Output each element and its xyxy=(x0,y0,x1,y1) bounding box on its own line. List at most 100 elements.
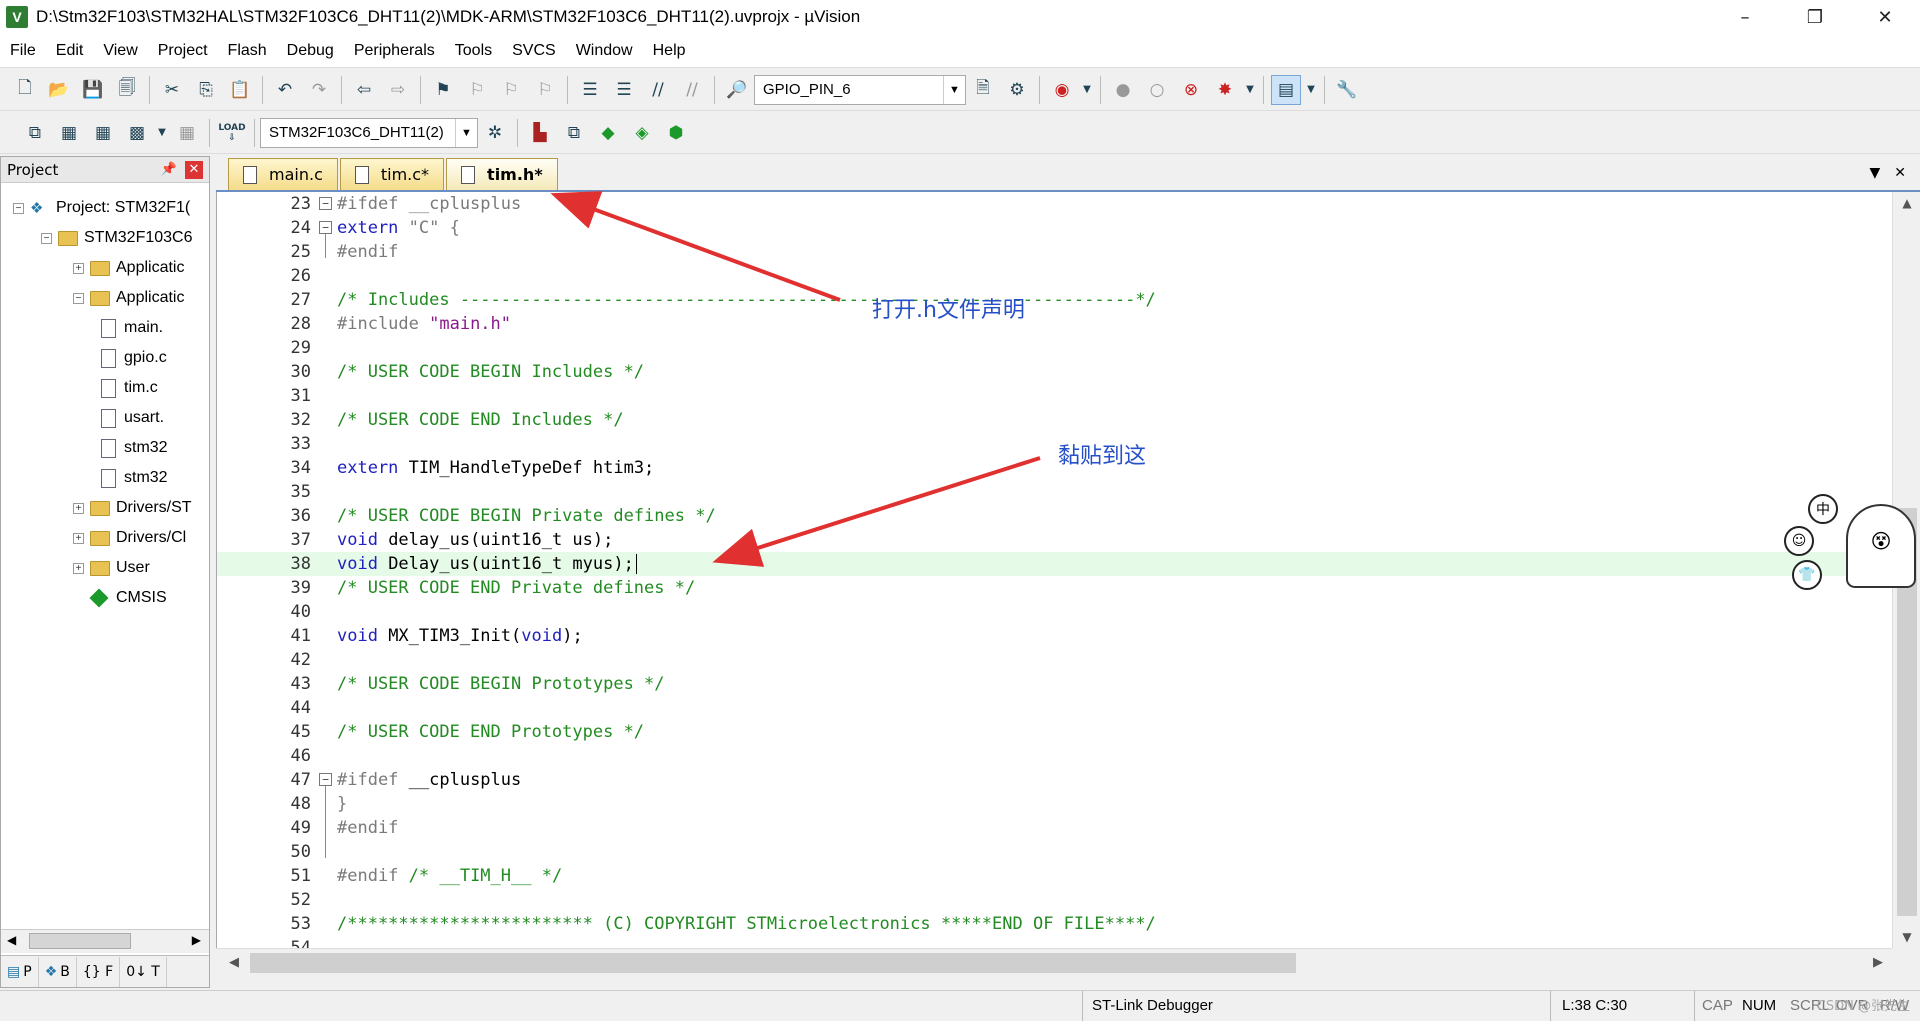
tab-templates[interactable]: 0↓ T xyxy=(120,956,167,987)
menu-project[interactable]: Project xyxy=(148,42,218,60)
code-line[interactable]: 47− #ifdef __cplusplus xyxy=(217,768,1889,792)
find-combo[interactable]: GPIO_PIN_6 ▼ xyxy=(754,74,966,105)
minimize-button[interactable]: – xyxy=(1710,0,1780,34)
code-line[interactable]: 44 xyxy=(217,696,1889,720)
code-line[interactable]: 41 void MX_TIM3_Init(void); xyxy=(217,624,1889,648)
collapse-icon[interactable]: − xyxy=(41,232,52,244)
dropdown-arrow-icon[interactable]: ▼ xyxy=(1305,75,1317,105)
disable-breakpoint-icon[interactable]: ○ xyxy=(1142,75,1172,105)
collapse-icon[interactable]: − xyxy=(13,202,24,214)
code-line[interactable]: 31 xyxy=(217,384,1889,408)
open-folder-icon[interactable]: 📂 xyxy=(44,75,74,105)
code-line[interactable]: 26 xyxy=(217,264,1889,288)
expand-icon[interactable]: + xyxy=(73,502,84,514)
code-line[interactable]: 45 /* USER CODE END Prototypes */ xyxy=(217,720,1889,744)
collapse-icon[interactable]: − xyxy=(73,292,84,304)
scroll-left-icon[interactable]: ◀ xyxy=(220,949,248,977)
editor-horizontal-scrollbar[interactable]: ◀ ▶ xyxy=(216,948,1892,976)
cut-icon[interactable]: ✂ xyxy=(157,75,187,105)
dropdown-arrow-icon[interactable]: ▼ xyxy=(1244,75,1256,105)
tab-project[interactable]: ▤ P xyxy=(1,956,39,987)
build-icon[interactable]: ▦ xyxy=(54,118,84,148)
code-line[interactable]: 42 xyxy=(217,648,1889,672)
menu-file[interactable]: File xyxy=(0,42,46,60)
scroll-left-icon[interactable]: ◀ xyxy=(7,933,16,947)
stop-build-icon[interactable]: ▦ xyxy=(172,118,202,148)
file-extensions-icon[interactable]: ⧉ xyxy=(559,118,589,148)
menu-help[interactable]: Help xyxy=(643,42,696,60)
fold-toggle-icon[interactable]: − xyxy=(319,221,332,234)
breakpoint-icon[interactable]: ● xyxy=(1108,75,1138,105)
code-line[interactable]: 38 void Delay_us(uint16_t myus); xyxy=(217,552,1889,576)
save-all-icon[interactable]: 🗐 xyxy=(112,75,142,105)
tree-item[interactable]: + Drivers/Cl xyxy=(73,523,186,553)
mascot-icon[interactable]: 😵 xyxy=(1846,504,1916,588)
tab-books[interactable]: ❖ B xyxy=(39,956,77,987)
prev-bookmark-icon[interactable]: ⚐ xyxy=(462,75,492,105)
unindent-icon[interactable]: ☰ xyxy=(609,75,639,105)
code-line[interactable]: 37 void delay_us(uint16_t us); xyxy=(217,528,1889,552)
navigate-back-icon[interactable]: ⇦ xyxy=(349,75,379,105)
tab-main-c[interactable]: main.c xyxy=(228,158,338,190)
ime-emoji-icon[interactable]: ☺ xyxy=(1784,526,1814,556)
code-line[interactable]: 34 extern TIM_HandleTypeDef htim3; xyxy=(217,456,1889,480)
code-line[interactable]: 49 #endif xyxy=(217,816,1889,840)
tree-item[interactable]: tim.c xyxy=(101,373,158,403)
tab-list-chevron-icon[interactable]: ▼ xyxy=(1869,165,1880,181)
menu-debug[interactable]: Debug xyxy=(277,42,344,60)
uncomment-icon[interactable]: // xyxy=(677,75,707,105)
ime-floating-widget[interactable]: 中 ☺ 👕 😵 xyxy=(1784,494,1920,600)
code-editor[interactable]: 23− #ifdef __cplusplus 24− extern "C" {25 #e… xyxy=(216,192,1920,948)
tree-item[interactable]: stm32 xyxy=(101,433,168,463)
tree-item[interactable]: + Drivers/ST xyxy=(73,493,192,523)
code-line[interactable]: 24− extern "C" { xyxy=(217,216,1889,240)
code-line[interactable]: 54 xyxy=(217,936,1889,948)
close-tab-icon[interactable]: ✕ xyxy=(1894,165,1906,181)
redo-icon[interactable]: ↷ xyxy=(304,75,334,105)
comment-icon[interactable]: // xyxy=(643,75,673,105)
expand-icon[interactable]: + xyxy=(73,532,84,544)
bookmark-icon[interactable]: ⚑ xyxy=(428,75,458,105)
chevron-down-icon[interactable]: ▼ xyxy=(943,75,965,104)
code-line[interactable]: 27 /* Includes --------------------------… xyxy=(217,288,1889,312)
next-bookmark-icon[interactable]: ⚐ xyxy=(496,75,526,105)
tree-item[interactable]: gpio.c xyxy=(101,343,167,373)
expand-icon[interactable]: + xyxy=(73,262,84,274)
scroll-right-icon[interactable]: ▶ xyxy=(1864,949,1892,977)
tree-item[interactable]: − STM32F103C6 xyxy=(41,223,193,253)
code-line[interactable]: 43 /* USER CODE BEGIN Prototypes */ xyxy=(217,672,1889,696)
select-software-packs-icon[interactable]: ◈ xyxy=(627,118,657,148)
code-line[interactable]: 23− #ifdef __cplusplus xyxy=(217,192,1889,216)
find-icon[interactable]: ⚙ xyxy=(1002,75,1032,105)
menu-peripherals[interactable]: Peripherals xyxy=(344,42,445,60)
close-button[interactable]: ✕ xyxy=(1850,0,1920,34)
translate-icon[interactable]: ⧉ xyxy=(20,118,50,148)
target-options-icon[interactable]: ✲ xyxy=(480,118,510,148)
clear-bookmarks-icon[interactable]: ⚐ xyxy=(530,75,560,105)
maximize-button[interactable]: ❐ xyxy=(1780,0,1850,34)
tree-item[interactable]: CMSIS xyxy=(73,583,167,613)
code-line[interactable]: 28 #include "main.h" xyxy=(217,312,1889,336)
configure-wrench-icon[interactable]: 🔧 xyxy=(1332,75,1362,105)
ime-mode-indicator[interactable]: 中 xyxy=(1808,494,1838,524)
code-line[interactable]: 39 /* USER CODE END Private defines */ xyxy=(217,576,1889,600)
tree-item[interactable]: usart. xyxy=(101,403,164,433)
batch-build-icon[interactable]: ▩ xyxy=(122,118,152,148)
close-icon[interactable]: ✕ xyxy=(185,160,203,179)
expand-icon[interactable]: + xyxy=(73,562,84,574)
manage-run-time-icon[interactable]: ◆ xyxy=(593,118,623,148)
code-line[interactable]: 50 xyxy=(217,840,1889,864)
manage-components-icon[interactable]: ▙ xyxy=(525,118,555,148)
dropdown-arrow-icon[interactable]: ▼ xyxy=(1081,75,1093,105)
code-line[interactable]: 25 #endif xyxy=(217,240,1889,264)
menu-view[interactable]: View xyxy=(93,42,147,60)
ime-skin-icon[interactable]: 👕 xyxy=(1792,560,1822,590)
menu-edit[interactable]: Edit xyxy=(46,42,94,60)
code-line[interactable]: 29 xyxy=(217,336,1889,360)
scroll-up-icon[interactable]: ▲ xyxy=(1893,192,1920,214)
fold-toggle-icon[interactable]: − xyxy=(319,197,332,210)
project-scrollbar[interactable]: ◀ ▶ xyxy=(1,929,209,953)
pin-icon[interactable]: 📌 xyxy=(161,162,177,177)
code-line[interactable]: 51 #endif /* __TIM_H__ */ xyxy=(217,864,1889,888)
tab-tim-h[interactable]: tim.h* xyxy=(446,158,558,190)
